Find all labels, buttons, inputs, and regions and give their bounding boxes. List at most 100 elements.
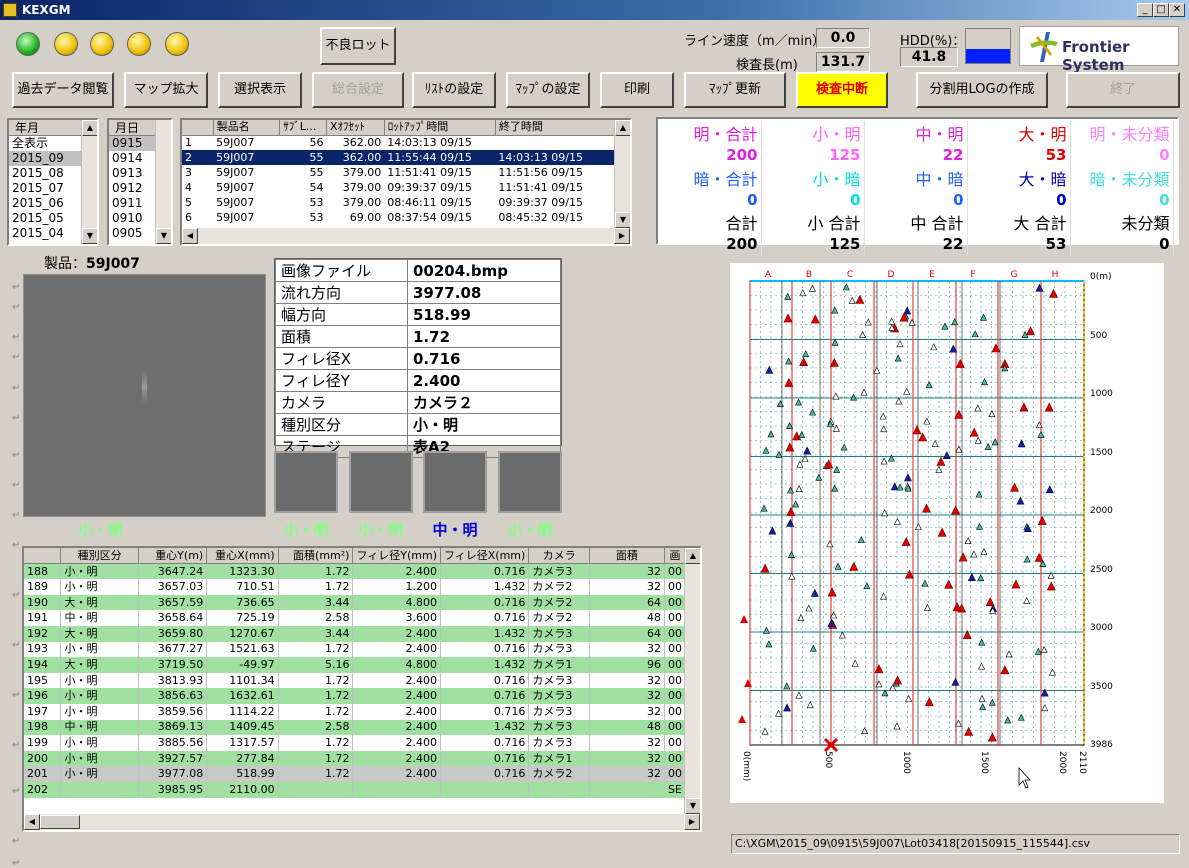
defect-column-header[interactable]: 面積(mm²) <box>278 548 354 565</box>
defect-thumbnail[interactable] <box>497 451 562 513</box>
close-button[interactable]: ✕ <box>1169 3 1185 17</box>
scroll-right-icon[interactable]: ▶ <box>684 814 700 830</box>
summary-label: 中・明 <box>864 121 968 145</box>
defect-list[interactable]: 種別区分 重心Y(m) 重心X(mm) 面積(mm²) フィレ径Y(mm) フィレ径X(m… <box>22 546 702 832</box>
defect-row[interactable]: 195 小・明 3813.93 1101.34 1.72 2.400 0.716 カメラ3 32… <box>24 672 687 689</box>
product-lot-row[interactable]: 6 59J007 53 69.00 08:37:54 09/15 08:45:32 09/… <box>182 210 616 225</box>
detail-value: 518.99 <box>407 303 561 326</box>
scroll-up-icon[interactable]: ▲ <box>82 120 97 136</box>
scroll-left-icon[interactable]: ◀ <box>24 814 40 830</box>
defect-row[interactable]: 200 小・明 3927.57 277.84 1.72 2.400 0.716 カメラ1 32 0… <box>24 750 687 767</box>
scroll-up-icon[interactable]: ▲ <box>615 120 630 136</box>
product-lot-row[interactable]: 2 59J007 55 362.00 11:55:44 09/15 14:03:13 09… <box>182 150 616 165</box>
general-settings-button[interactable]: 総合設定 <box>312 72 404 108</box>
product-column-header[interactable]: ﾛｯﾄｱｯﾌﾟ時間 <box>384 120 496 136</box>
product-lot-list[interactable]: 製品名 ｻﾌﾞL... Xｵﾌｾｯﾄ ﾛｯﾄｱｯﾌﾟ時間 終了時間 1 59J007 56 3… <box>180 118 632 246</box>
defect-cell: 202 <box>24 781 62 798</box>
defect-marker[interactable] <box>738 715 746 723</box>
defect-row[interactable]: 193 小・明 3677.27 1521.63 1.72 2.400 0.716 カメラ3 32… <box>24 641 687 658</box>
defect-cell: 0.716 <box>440 766 530 782</box>
scroll-down-icon[interactable]: ▼ <box>615 212 630 228</box>
defect-cell: 大・明 <box>60 657 139 673</box>
defect-column-header[interactable]: 重心Y(m) <box>138 548 208 565</box>
day-list-scrollbar[interactable]: ▼ <box>155 120 171 244</box>
scroll-down-icon[interactable]: ▼ <box>82 228 97 244</box>
year-month-list[interactable]: 年月 全表示 2015_09 2015_08 2015_07 2015_06 2015_0… <box>7 118 99 246</box>
defect-column-header[interactable]: フィレ径Y(mm) <box>352 548 441 565</box>
defect-cell: カメラ3 <box>528 719 590 736</box>
past-data-button[interactable]: 過去データ閲覧 <box>12 72 114 108</box>
defect-cell: 1.72 <box>278 641 354 658</box>
product-column-header[interactable] <box>182 120 214 136</box>
defect-row[interactable]: 198 中・明 3869.13 1409.45 2.58 2.400 1.432 カメラ3 48… <box>24 719 687 736</box>
defect-row[interactable]: 192 大・明 3659.80 1270.67 3.44 2.400 1.432 カメラ3 64… <box>24 625 687 642</box>
inspect-stop-button[interactable]: 検査中断 <box>796 72 888 108</box>
defect-row[interactable]: 191 中・明 3658.64 725.19 2.58 3.600 0.716 カメラ2 48 0… <box>24 610 687 626</box>
year-list-scrollbar[interactable]: ▲ ▼ <box>81 120 97 244</box>
maximize-button[interactable]: □ <box>1153 3 1169 17</box>
month-day-list[interactable]: 月日 0915 0914 0913 0912 0911 0910 0905 ▼ <box>107 118 173 246</box>
product-list-hscroll[interactable]: ◀ ▶ <box>182 228 630 244</box>
defect-cell: 197 <box>24 703 62 720</box>
defect-row[interactable]: 197 小・明 3859.56 1114.22 1.72 2.400 0.716 カメラ3 32… <box>24 703 687 720</box>
map-zoom-button[interactable]: マップ拡大 <box>124 72 208 108</box>
product-list-vscroll[interactable]: ▲ ▼ <box>614 120 630 228</box>
summary-label: 中 合計 <box>864 210 968 234</box>
print-button[interactable]: 印刷 <box>600 72 674 108</box>
defect-row[interactable]: 201 小・明 3977.08 518.99 1.72 2.400 0.716 カメラ2 32 0… <box>24 766 687 782</box>
product-column-header[interactable]: Xｵﾌｾｯﾄ <box>326 120 385 136</box>
defect-row[interactable]: 199 小・明 3885.56 1317.57 1.72 2.400 0.716 カメラ3 32… <box>24 735 687 751</box>
defect-cell: 64 <box>589 625 665 642</box>
product-lot-row[interactable]: 3 59J007 55 379.00 11:51:41 09/15 11:51:56 09… <box>182 165 616 180</box>
defect-lot-button[interactable]: 不良ロット <box>320 27 396 65</box>
defect-row[interactable]: 194 大・明 3719.50 -49.97 5.16 4.800 1.432 カメラ1 96 0… <box>24 657 687 673</box>
defect-column-header[interactable]: 重心X(mm) <box>206 548 279 565</box>
scroll-right-icon[interactable]: ▶ <box>614 228 630 244</box>
summary-value-row: 200 125 22 53 0 <box>658 145 1174 166</box>
defect-row[interactable]: 202 3985.95 2110.00 SE <box>24 781 687 798</box>
product-lot-row[interactable]: 5 59J007 53 379.00 08:46:11 09/15 09:39:37 09… <box>182 195 616 210</box>
map-settings-button[interactable]: ﾏｯﾌﾟの設定 <box>506 72 590 108</box>
defect-map[interactable]: A B C D E F G H 0(m) 500 1000 1500 2000 2500 3000 3500 3… <box>730 263 1164 803</box>
product-column-header[interactable]: 終了時間 <box>495 120 617 136</box>
defect-list-hscroll[interactable]: ◀ ▶ <box>24 814 700 830</box>
defect-column-header[interactable] <box>24 548 62 565</box>
product-column-header[interactable]: ｻﾌﾞL... <box>279 120 327 136</box>
list-settings-button[interactable]: ﾘｽﾄの設定 <box>412 72 496 108</box>
product-column-header[interactable]: 製品名 <box>213 120 281 136</box>
defect-column-header[interactable]: 面積 <box>589 548 665 565</box>
defect-marker[interactable] <box>740 615 748 623</box>
scroll-down-icon[interactable]: ▼ <box>156 228 171 244</box>
defect-row[interactable]: 188 小・明 3647.24 1323.30 1.72 2.400 0.716 カメラ3 32… <box>24 563 687 580</box>
defect-cell: 0.716 <box>440 688 530 704</box>
defect-list-vscroll[interactable]: ▲ ▼ <box>684 548 700 814</box>
status-led-yellow-2 <box>90 32 114 56</box>
scroll-up-icon[interactable]: ▲ <box>685 548 700 564</box>
defect-column-header[interactable]: カメラ <box>528 548 590 565</box>
select-view-button[interactable]: 選択表示 <box>218 72 302 108</box>
app-icon <box>3 3 17 17</box>
defect-column-header[interactable]: 画 <box>664 548 687 565</box>
defect-column-header[interactable]: フィレ径X(mm) <box>440 548 530 565</box>
split-log-button[interactable]: 分割用LOGの作成 <box>916 72 1048 108</box>
defect-cell: カメラ2 <box>528 579 590 595</box>
scroll-down-icon[interactable]: ▼ <box>685 798 700 814</box>
summary-value-row: 200 125 22 53 0 <box>658 234 1174 255</box>
scroll-thumb[interactable] <box>40 815 80 829</box>
exit-button[interactable]: 終了 <box>1066 72 1180 108</box>
minimize-button[interactable]: _ <box>1137 3 1153 17</box>
defect-thumbnail[interactable] <box>423 451 487 513</box>
defect-row[interactable]: 189 小・明 3657.03 710.51 1.72 1.200 1.432 カメラ2 32 0… <box>24 579 687 595</box>
defect-map-panel[interactable]: A B C D E F G H 0(m) 500 1000 1500 2000 2500 3000 3500 3… <box>730 263 1164 803</box>
defect-row[interactable]: 196 小・明 3856.63 1632.61 1.72 2.400 0.716 カメラ3 32… <box>24 688 687 704</box>
detail-row: 種別区分 小・明 <box>275 413 561 436</box>
product-lot-row[interactable]: 1 59J007 56 362.00 14:03:13 09/15 <box>182 135 616 150</box>
defect-thumbnail[interactable] <box>274 451 338 513</box>
defect-column-header[interactable]: 種別区分 <box>60 548 139 565</box>
product-lot-row[interactable]: 4 59J007 54 379.00 09:39:37 09/15 11:51:41 09… <box>182 180 616 195</box>
defect-cell: 00 <box>664 579 687 595</box>
defect-row[interactable]: 190 大・明 3657.59 736.65 3.44 4.800 0.716 カメラ2 64 0… <box>24 594 687 611</box>
map-update-button[interactable]: ﾏｯﾌﾟ更新 <box>684 72 786 108</box>
defect-thumbnail[interactable] <box>348 451 413 513</box>
scroll-left-icon[interactable]: ◀ <box>182 228 198 244</box>
